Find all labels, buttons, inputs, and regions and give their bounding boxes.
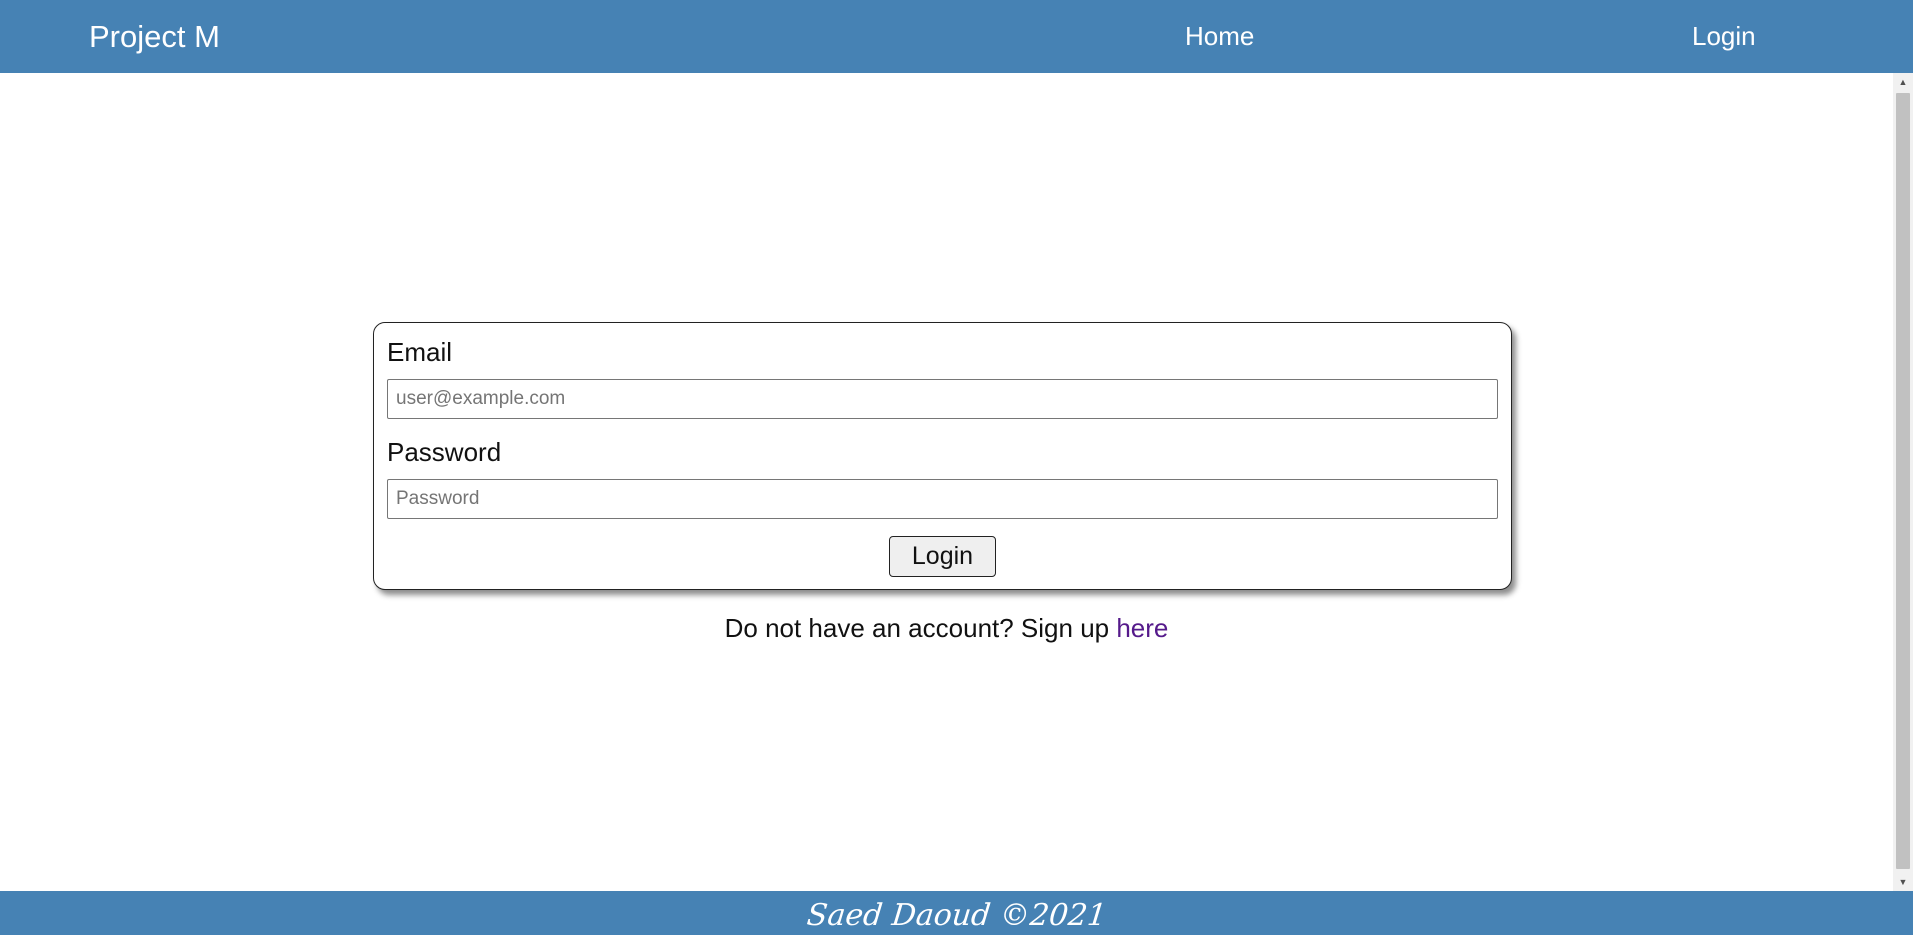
nav-login-link[interactable]: Login: [1692, 0, 1756, 73]
nav-home-link[interactable]: Home: [1185, 0, 1254, 73]
password-label: Password: [387, 437, 502, 467]
chevron-up-icon[interactable]: ▲: [1893, 73, 1913, 91]
password-field[interactable]: [387, 479, 1498, 519]
chevron-down-icon[interactable]: ▼: [1893, 873, 1913, 891]
login-button[interactable]: Login: [889, 536, 996, 577]
login-form: Email Password Login: [373, 322, 1512, 590]
footer: Saed Daoud ©2021: [0, 891, 1913, 935]
signup-prompt: Do not have an account? Sign up here: [0, 613, 1893, 644]
scrollbar-thumb[interactable]: [1896, 93, 1910, 869]
navbar: Project M Home Login: [0, 0, 1913, 73]
footer-credit: Saed Daoud ©2021: [805, 898, 1109, 933]
email-field[interactable]: [387, 379, 1498, 419]
email-label: Email: [387, 337, 453, 367]
vertical-scrollbar[interactable]: ▲ ▼: [1893, 73, 1913, 891]
signup-prompt-text: Do not have an account? Sign up: [724, 613, 1117, 643]
brand-link[interactable]: Project M: [89, 0, 220, 73]
signup-link[interactable]: here: [1116, 613, 1168, 643]
